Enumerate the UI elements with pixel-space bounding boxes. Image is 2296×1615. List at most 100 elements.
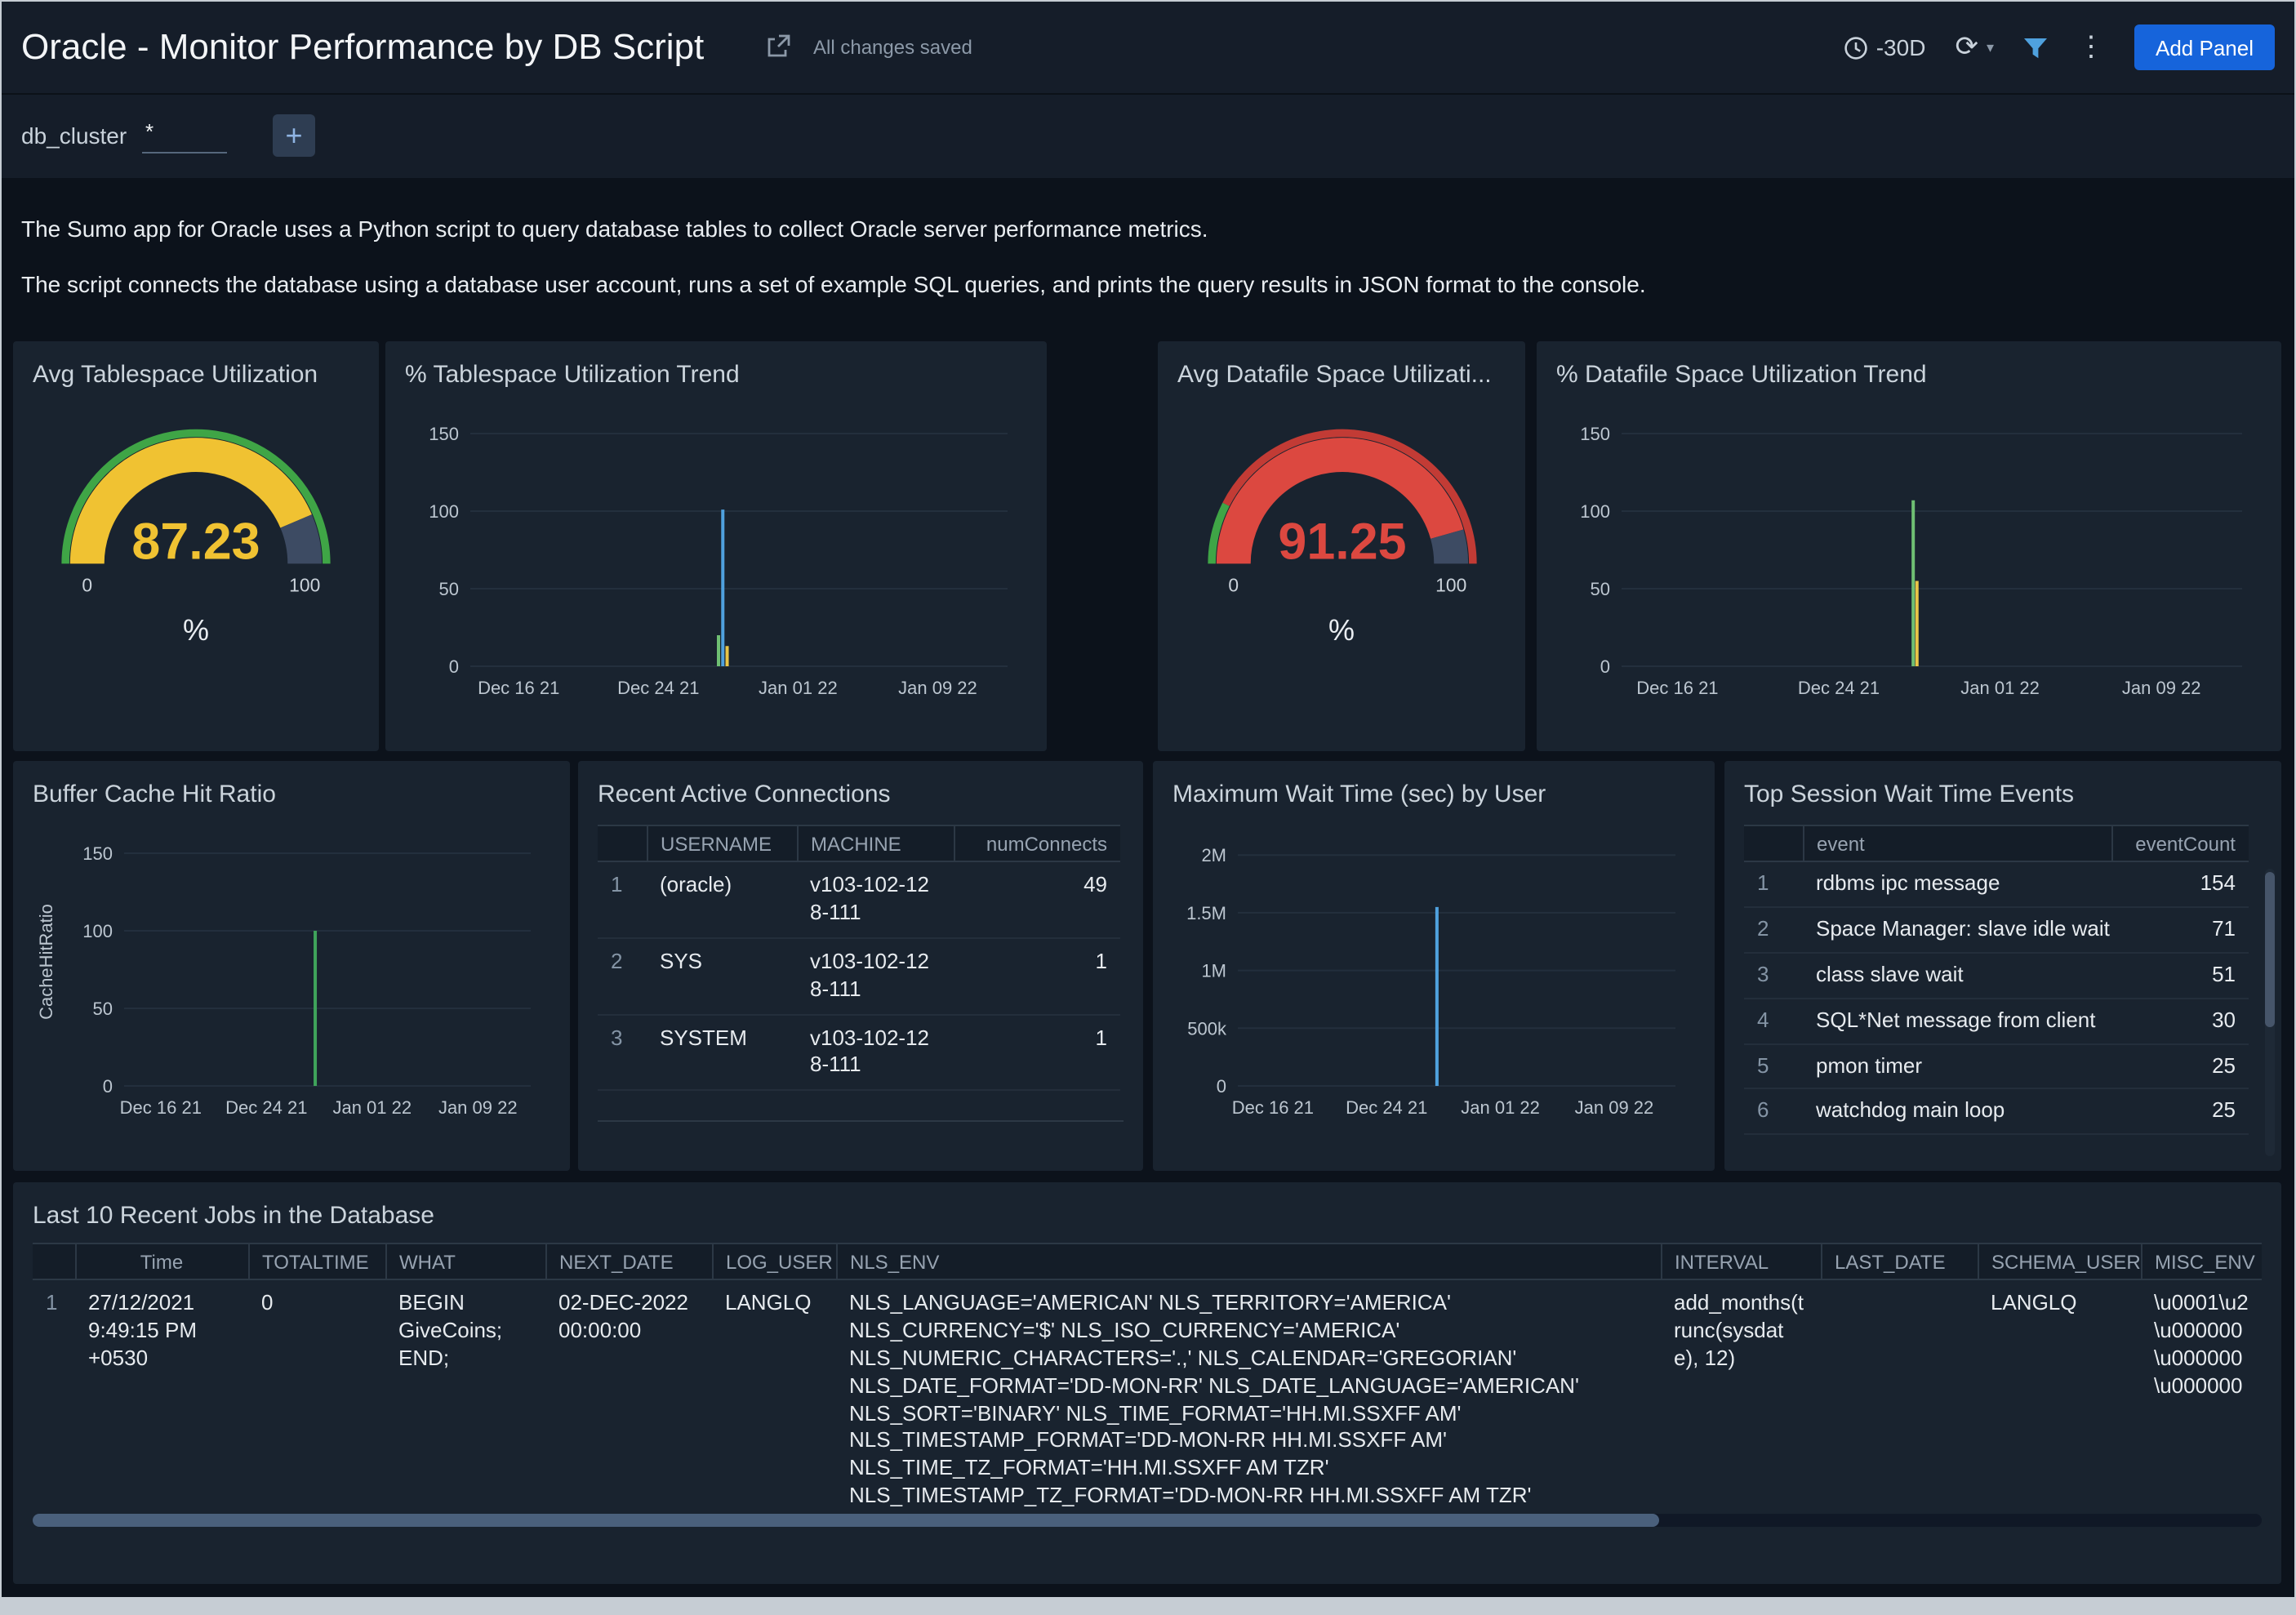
svg-text:Jan 01 22: Jan 01 22 — [332, 1097, 412, 1118]
col-header-machine: MACHINE — [796, 825, 954, 862]
cell-rank: 3 — [1744, 952, 1803, 999]
col-header-numconnects: numConnects — [953, 825, 1120, 862]
svg-text:100: 100 — [1580, 501, 1610, 522]
cell-last_date — [1821, 1279, 1978, 1507]
cell-username: SYSTEM — [647, 1014, 797, 1092]
scrollbar-thumb[interactable] — [2265, 872, 2275, 1027]
col-header-what: WHAT — [385, 1243, 545, 1280]
cell-count: 51 — [2111, 952, 2249, 999]
time-range-control[interactable]: -30D — [1844, 34, 1926, 60]
cell-rank: 2 — [1744, 906, 1803, 954]
description-line-2: The script connects the database using a… — [21, 271, 1646, 297]
time-range-label: -30D — [1876, 34, 1926, 60]
cell-count: 25 — [2111, 1043, 2249, 1090]
cell-connects: 1 — [954, 1014, 1120, 1092]
panel-avg-datafile-utilization: Avg Datafile Space Utilizati... 91.25 0 10… — [1158, 341, 1525, 751]
panel-title: % Tablespace Utilization Trend — [405, 361, 740, 389]
add-panel-button[interactable]: Add Panel — [2134, 24, 2275, 70]
svg-text:Dec 24 21: Dec 24 21 — [1346, 1097, 1427, 1118]
cell-what: BEGIN GiveCoins; END; — [385, 1279, 545, 1507]
dashboard-page: Oracle - Monitor Performance by DB Scrip… — [0, 0, 2296, 1615]
filter-value-input[interactable]: * — [142, 116, 227, 153]
svg-text:0: 0 — [449, 656, 459, 677]
svg-text:100: 100 — [429, 501, 459, 522]
page-title: Oracle - Monitor Performance by DB Scrip… — [21, 26, 705, 67]
col-header-interval: INTERVAL — [1660, 1243, 1821, 1280]
cell-next_date: 02-DEC-2022 00:00:00 — [545, 1279, 712, 1507]
panel-last-10-recent-jobs: Last 10 Recent Jobs in the Database Time… — [13, 1182, 2281, 1584]
cell-rank: 6 — [1744, 1088, 1803, 1136]
col-header-rank — [598, 825, 647, 862]
cell-count — [2111, 1134, 2249, 1145]
panel-title: Avg Tablespace Utilization — [33, 361, 318, 389]
panel-top-session-wait-events: Top Session Wait Time Events event event… — [1724, 761, 2281, 1171]
filter-icon — [2024, 38, 2047, 58]
svg-text:Jan 09 22: Jan 09 22 — [1575, 1097, 1654, 1118]
table-row: 1 27/12/2021 9:49:15 PM +0530 0 BEGIN GiveC… — [33, 1279, 2262, 1507]
svg-text:Jan 01 22: Jan 01 22 — [1461, 1097, 1540, 1118]
table-row: 3 class slave wait 51 — [1744, 952, 2249, 999]
panel-avg-tablespace-utilization: Avg Tablespace Utilization 87.23 0 100 % — [13, 341, 379, 751]
cell-log_user: LANGLQ — [712, 1279, 836, 1507]
svg-text:0: 0 — [82, 575, 92, 596]
table-row: 5 pmon timer 25 — [1744, 1043, 2249, 1090]
svg-text:0: 0 — [103, 1076, 113, 1097]
svg-text:1.5M: 1.5M — [1186, 903, 1226, 923]
panel-title: Recent Active Connections — [598, 781, 891, 808]
svg-text:100: 100 — [82, 921, 113, 941]
save-status: All changes saved — [813, 36, 972, 59]
max-wait-chart: 0 500k 1M 1.5M 2M Dec 16 21 Dec 24 21 Jan 01 22… — [1186, 845, 1675, 1118]
svg-text:Dec 24 21: Dec 24 21 — [225, 1097, 307, 1118]
panel-title: % Datafile Space Utilization Trend — [1556, 361, 1927, 389]
panel-recent-active-connections: Recent Active Connections USERNAME MACHI… — [578, 761, 1143, 1171]
cell-misc_env: \u0001\u2\u000000\u000000\u000000 — [2141, 1279, 2262, 1507]
filter-toggle[interactable] — [2023, 37, 2048, 58]
cell-event: watchdog main loop — [1803, 1088, 2111, 1136]
svg-text:Dec 24 21: Dec 24 21 — [617, 678, 699, 698]
cell-time: 27/12/2021 9:49:15 PM +0530 — [75, 1279, 248, 1507]
clock-icon — [1844, 36, 1867, 59]
add-filter-button[interactable]: + — [273, 114, 315, 157]
panel-title: Avg Datafile Space Utilizati... — [1177, 361, 1492, 389]
col-header-time: Time — [74, 1243, 248, 1280]
cell-event: LGWR worker group idle — [1803, 1134, 2111, 1145]
svg-text:Jan 01 22: Jan 01 22 — [1960, 678, 2040, 698]
col-header-event: event — [1802, 825, 2111, 862]
cell-rank: 7 — [1744, 1134, 1803, 1145]
cell-event: SQL*Net message from client — [1803, 998, 2111, 1045]
share-icon[interactable] — [766, 34, 790, 67]
refresh-icon: ⟳ — [1955, 31, 1978, 62]
jobs-horizontal-scrollbar — [33, 1514, 2262, 1527]
cell-count: 25 — [2111, 1088, 2249, 1136]
page-horizontal-scrollbar[interactable] — [2, 1597, 2294, 1613]
col-header-rank — [1744, 825, 1803, 862]
table-row: 1 (oracle) v103-102-128-111 49 — [598, 861, 1120, 939]
svg-text:100: 100 — [1435, 575, 1466, 596]
refresh-control[interactable]: ⟳ ▾ — [1955, 31, 1994, 64]
svg-text:2M: 2M — [1201, 845, 1226, 865]
tablespace-trend-chart: 0 50 100 150 Dec 16 21 Dec 24 21 Jan 01 22 Jan … — [429, 424, 1008, 698]
cell-event: Space Manager: slave idle wait — [1803, 906, 2111, 954]
dashboard-header: Oracle - Monitor Performance by DB Scrip… — [2, 2, 2294, 95]
svg-text:CacheHitRatio: CacheHitRatio — [36, 904, 56, 1020]
cell-rank: 1 — [598, 861, 647, 939]
col-header-totaltime: TOTALTIME — [247, 1243, 385, 1280]
col-header-misc-env: MISC_ENV — [2140, 1243, 2262, 1280]
cell-rank: 3 — [598, 1014, 647, 1092]
scrollbar-thumb[interactable] — [33, 1514, 1660, 1527]
cell-rank: 1 — [1744, 861, 1803, 908]
panel-tablespace-utilization-trend: % Tablespace Utilization Trend 0 50 100 150… — [385, 341, 1047, 751]
svg-text:Dec 16 21: Dec 16 21 — [120, 1097, 202, 1118]
svg-text:Dec 16 21: Dec 16 21 — [478, 678, 559, 698]
svg-text:Jan 09 22: Jan 09 22 — [898, 678, 977, 698]
col-header-rank — [33, 1243, 75, 1280]
table-row: 6 watchdog main loop 25 — [1744, 1088, 2249, 1136]
panel-title: Maximum Wait Time (sec) by User — [1172, 781, 1546, 808]
kebab-menu[interactable]: ⋮ — [2077, 31, 2105, 64]
cell-username: SYS — [647, 937, 797, 1016]
panel-title: Top Session Wait Time Events — [1744, 781, 2075, 808]
svg-text:0: 0 — [1217, 1076, 1226, 1097]
gauge-unit-label: % — [182, 614, 209, 647]
svg-text:150: 150 — [429, 424, 459, 444]
cell-count: 30 — [2111, 998, 2249, 1045]
